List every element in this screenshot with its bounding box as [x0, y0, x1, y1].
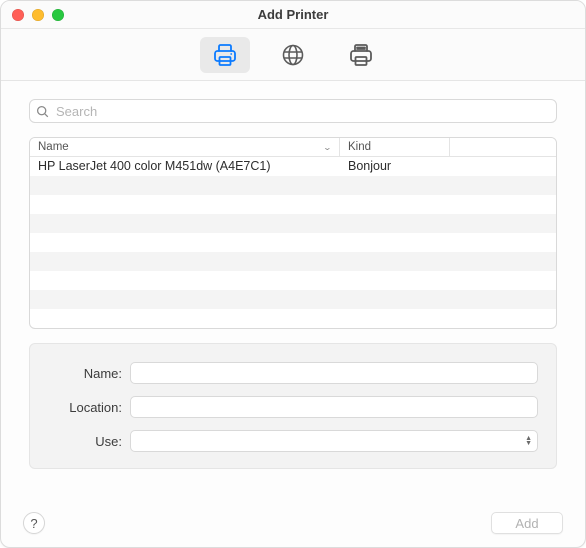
- printer-list: Name ⌄ Kind HP LaserJet 400 color M451dw…: [29, 137, 557, 329]
- window-controls: [1, 9, 64, 21]
- cell-name: HP LaserJet 400 color M451dw (A4E7C1): [30, 157, 340, 176]
- name-field-wrap: [130, 362, 538, 384]
- table-row-empty: [30, 309, 556, 328]
- table-row-empty: [30, 233, 556, 252]
- use-label: Use:: [48, 434, 122, 449]
- table-row-empty: [30, 271, 556, 290]
- name-field[interactable]: [131, 363, 537, 383]
- close-window-button[interactable]: [12, 9, 24, 21]
- cell-kind: Bonjour: [340, 157, 450, 176]
- table-row-empty: [30, 252, 556, 271]
- window-title: Add Printer: [1, 7, 585, 22]
- help-button[interactable]: ?: [23, 512, 45, 534]
- search-input[interactable]: [54, 103, 550, 120]
- tab-default[interactable]: [200, 37, 250, 73]
- table-row[interactable]: HP LaserJet 400 color M451dw (A4E7C1) Bo…: [30, 157, 556, 176]
- location-field[interactable]: [131, 397, 537, 417]
- name-label: Name:: [48, 366, 122, 381]
- minimize-window-button[interactable]: [32, 9, 44, 21]
- column-header-name-label: Name: [38, 141, 69, 153]
- column-header-kind-label: Kind: [348, 141, 371, 153]
- list-rows: HP LaserJet 400 color M451dw (A4E7C1) Bo…: [30, 157, 556, 328]
- column-header-spacer: [450, 138, 556, 156]
- tab-windows[interactable]: [336, 37, 386, 73]
- search-icon: [36, 105, 49, 118]
- column-header-name[interactable]: Name ⌄: [30, 138, 340, 156]
- list-header: Name ⌄ Kind: [30, 138, 556, 157]
- printer-form: Name: Location: Use: ▲▼: [29, 343, 557, 469]
- add-printer-window: Add Printer: [0, 0, 586, 548]
- advanced-printer-icon: [348, 42, 374, 68]
- table-row-empty: [30, 290, 556, 309]
- titlebar: Add Printer: [1, 1, 585, 29]
- table-row-empty: [30, 214, 556, 233]
- location-label: Location:: [48, 400, 122, 415]
- add-button-label: Add: [515, 516, 538, 531]
- use-select[interactable]: ▲▼: [130, 430, 538, 452]
- content-area: Name ⌄ Kind HP LaserJet 400 color M451dw…: [1, 81, 585, 469]
- tab-ip[interactable]: [268, 37, 318, 73]
- help-icon: ?: [30, 516, 37, 531]
- search-field-wrap[interactable]: [29, 99, 557, 123]
- default-printer-icon: [212, 42, 238, 68]
- location-field-wrap: [130, 396, 538, 418]
- sort-chevron-icon: ⌄: [323, 143, 332, 152]
- footer: ? Add: [1, 499, 585, 547]
- zoom-window-button[interactable]: [52, 9, 64, 21]
- ip-globe-icon: [281, 43, 305, 67]
- column-header-kind[interactable]: Kind: [340, 138, 450, 156]
- add-button[interactable]: Add: [491, 512, 563, 534]
- table-row-empty: [30, 195, 556, 214]
- toolbar: [1, 29, 585, 81]
- table-row-empty: [30, 176, 556, 195]
- select-stepper-icon: ▲▼: [525, 436, 532, 446]
